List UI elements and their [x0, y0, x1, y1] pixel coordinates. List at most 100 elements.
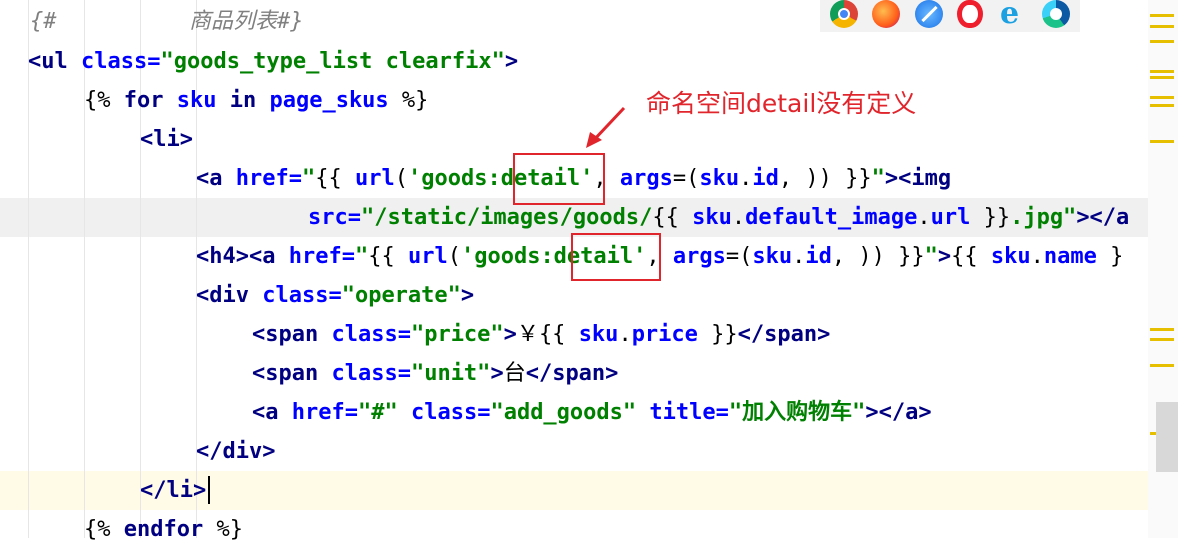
code-token: }}	[970, 205, 1011, 230]
code-token: class=	[67, 49, 161, 74]
chrome-icon[interactable]	[830, 0, 858, 28]
code-token: "unit"	[410, 361, 491, 386]
code-token: src=	[308, 205, 361, 230]
code-line-src[interactable]: src="/static/images/goods/{{ sku.default…	[308, 198, 1129, 237]
code-token: sku	[578, 322, 619, 347]
edge-icon[interactable]	[1042, 0, 1070, 28]
code-line-for[interactable]: {% for sku in page_skus %}	[84, 81, 428, 120]
code-token: "operate"	[341, 283, 461, 308]
code-token: }	[1096, 244, 1124, 269]
error-marker[interactable]	[1150, 40, 1174, 43]
highlight-box-detail-2	[571, 233, 661, 281]
code-line-li-open[interactable]: <li>	[140, 120, 193, 159]
ie-icon[interactable]: e	[1000, 0, 1028, 29]
code-token: , )) }}	[778, 166, 872, 191]
code-line-comment[interactable]: {# 商品列表#}	[30, 2, 303, 41]
code-token: ></a	[1076, 205, 1130, 230]
code-token: <div	[196, 283, 249, 308]
code-token: href=	[222, 166, 302, 191]
code-token: .	[917, 205, 931, 230]
text-caret	[208, 476, 210, 504]
code-token: class=	[397, 400, 491, 425]
code-token: >	[490, 361, 504, 386]
code-token: href=	[275, 244, 355, 269]
code-token: %}	[216, 517, 243, 542]
code-line-ul[interactable]: <ul class="goods_type_list clearfix">	[28, 42, 518, 81]
code-token: {#	[30, 9, 57, 34]
code-token: 商品列表#}	[56, 9, 304, 34]
code-token: {%	[84, 88, 111, 113]
code-token: }}	[697, 322, 738, 347]
code-token: href=	[278, 400, 358, 425]
code-token: in	[229, 88, 270, 113]
code-token: args	[619, 166, 673, 191]
code-token: sku	[176, 88, 230, 113]
code-token: name	[1043, 244, 1097, 269]
code-token: .	[618, 322, 632, 347]
code-line-unit[interactable]: <span class="unit">台</span>	[252, 354, 618, 393]
code-token: =(	[672, 166, 700, 191]
code-token: <span	[252, 361, 319, 386]
error-marker[interactable]	[1150, 96, 1174, 99]
code-token: <ul	[28, 49, 68, 74]
code-token: class=	[318, 322, 411, 347]
code-token: sku	[990, 244, 1031, 269]
error-marker[interactable]	[1150, 76, 1174, 79]
code-line-add[interactable]: <a href="#" class="add_goods" title="加入购…	[252, 393, 932, 432]
code-token: price	[631, 322, 698, 347]
code-token: url	[930, 205, 971, 230]
code-token: >	[504, 49, 519, 74]
code-token: {{	[538, 322, 579, 347]
code-token: sku	[692, 205, 732, 230]
code-token: ><img	[884, 166, 952, 191]
code-line-div-open[interactable]: <div class="operate">	[196, 276, 474, 315]
code-token: <a	[196, 166, 223, 191]
code-token: endfor	[110, 517, 217, 542]
code-token: id	[752, 166, 779, 191]
safari-icon[interactable]	[915, 0, 943, 28]
error-marker[interactable]	[1150, 328, 1174, 331]
code-token: </span>	[525, 361, 619, 386]
code-token: >	[460, 283, 475, 308]
code-token: ￥	[516, 322, 539, 347]
code-token: >	[179, 127, 193, 152]
error-marker[interactable]	[1150, 70, 1174, 73]
opera-icon[interactable]	[957, 0, 983, 28]
code-token: "#"	[357, 400, 398, 425]
error-marker[interactable]	[1150, 104, 1174, 107]
code-token: li	[153, 127, 180, 152]
code-line-div-close[interactable]: </div>	[196, 432, 275, 471]
code-line-li-close[interactable]: </li>	[140, 471, 206, 510]
code-token: <span	[252, 322, 319, 347]
code-token: <h4><a	[196, 244, 276, 269]
browser-preview-bar: e	[820, 0, 1080, 32]
code-token: "/static/images/goods/	[360, 205, 653, 230]
code-token: (	[447, 244, 461, 269]
code-token: args	[672, 244, 726, 269]
error-marker[interactable]	[1150, 140, 1174, 143]
code-token: <a	[252, 400, 279, 425]
code-token: "	[354, 244, 369, 269]
error-marker[interactable]	[1150, 338, 1174, 341]
code-token: id	[805, 244, 832, 269]
error-marker[interactable]	[1150, 364, 1174, 367]
code-token: </li>	[140, 478, 207, 503]
scroll-marker-strip[interactable]	[1148, 0, 1178, 538]
code-token: class=	[248, 283, 342, 308]
error-marker[interactable]	[1150, 25, 1174, 28]
code-token: {%	[84, 517, 111, 542]
code-line-price[interactable]: <span class="price">￥{{ sku.price }}</sp…	[252, 315, 830, 354]
firefox-icon[interactable]	[872, 0, 900, 28]
code-token: {{	[368, 244, 408, 269]
code-token: title=	[636, 400, 729, 425]
code-token: {{	[315, 166, 355, 191]
code-line-endfor[interactable]: {% endfor %}	[84, 510, 243, 549]
code-token: .	[1030, 244, 1044, 269]
scrollbar-thumb[interactable]	[1156, 402, 1178, 472]
code-token: "add_goods"	[490, 400, 637, 425]
code-token: </span>	[737, 322, 831, 347]
code-token: sku	[752, 244, 793, 269]
code-token: for	[110, 88, 177, 113]
error-marker[interactable]	[1150, 14, 1174, 17]
code-token: "	[924, 244, 938, 269]
